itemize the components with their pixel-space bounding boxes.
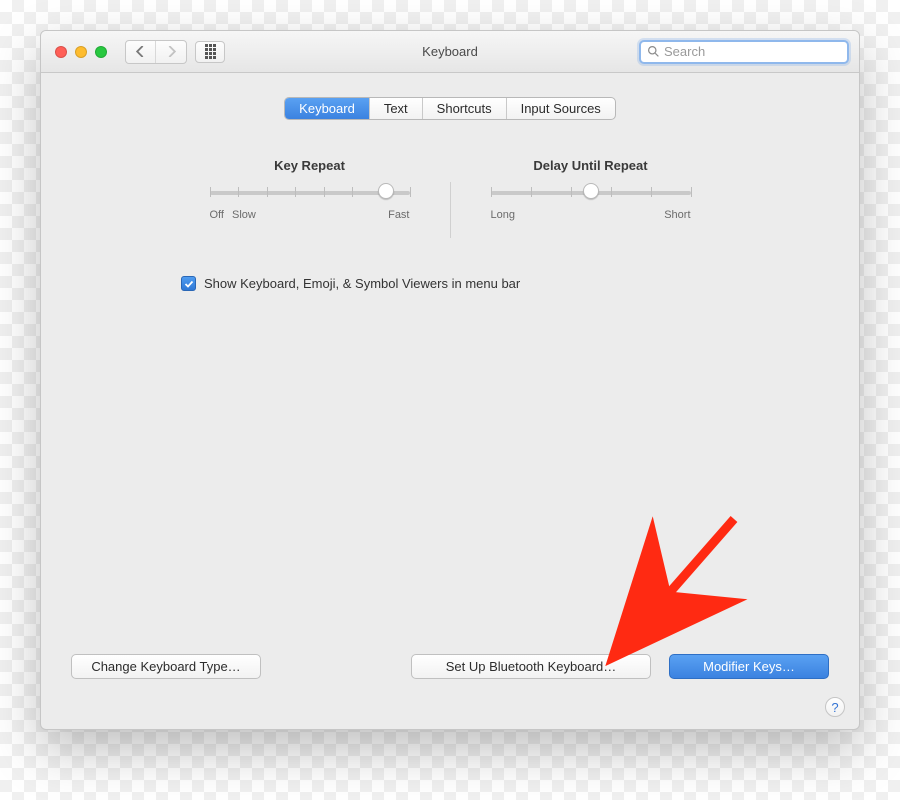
preferences-window: Keyboard Keyboard Text Shortcuts Input S… (40, 30, 860, 730)
key-repeat-thumb[interactable] (378, 183, 394, 199)
vertical-divider (450, 182, 451, 238)
search-input[interactable] (664, 44, 841, 59)
tab-bar: Keyboard Text Shortcuts Input Sources (71, 97, 829, 120)
minimize-button[interactable] (75, 46, 87, 58)
delay-thumb[interactable] (583, 183, 599, 199)
arrow-annotation-icon (589, 509, 769, 669)
key-repeat-slider[interactable] (210, 183, 410, 203)
label-off: Off (210, 209, 224, 221)
change-keyboard-type-button[interactable]: Change Keyboard Type… (71, 654, 261, 679)
setup-bluetooth-keyboard-button[interactable]: Set Up Bluetooth Keyboard… (411, 654, 651, 679)
label-fast: Fast (388, 209, 409, 221)
titlebar: Keyboard (41, 31, 859, 73)
check-icon (184, 279, 194, 289)
tab-shortcuts[interactable]: Shortcuts (423, 98, 507, 119)
chevron-right-icon (167, 46, 176, 57)
key-repeat-labels: Off Slow Fast (210, 209, 410, 221)
key-repeat-block: Key Repeat Off Slow Fast (180, 158, 440, 238)
search-field-wrap[interactable] (639, 40, 849, 64)
back-forward-group (125, 40, 187, 64)
bottom-button-row: Change Keyboard Type… Set Up Bluetooth K… (71, 654, 829, 679)
show-viewers-row: Show Keyboard, Emoji, & Symbol Viewers i… (71, 276, 829, 291)
key-repeat-title: Key Repeat (210, 158, 410, 173)
label-long: Long (491, 209, 515, 221)
delay-labels: Long Short (491, 209, 691, 221)
tab-keyboard[interactable]: Keyboard (285, 98, 370, 119)
label-slow: Slow (232, 209, 256, 221)
tab-text[interactable]: Text (370, 98, 423, 119)
label-short: Short (664, 209, 690, 221)
modifier-keys-button[interactable]: Modifier Keys… (669, 654, 829, 679)
forward-button[interactable] (156, 41, 186, 63)
chevron-left-icon (136, 46, 145, 57)
sliders-row: Key Repeat Off Slow Fast Delay Until Rep… (71, 158, 829, 238)
segmented-control: Keyboard Text Shortcuts Input Sources (284, 97, 616, 120)
delay-until-repeat-block: Delay Until Repeat Long Short (461, 158, 721, 238)
back-button[interactable] (126, 41, 156, 63)
grid-icon (205, 44, 216, 59)
content-area: Keyboard Text Shortcuts Input Sources Ke… (41, 73, 859, 729)
zoom-button[interactable] (95, 46, 107, 58)
search-icon (647, 45, 660, 58)
show-viewers-checkbox[interactable] (181, 276, 196, 291)
tab-input-sources[interactable]: Input Sources (507, 98, 615, 119)
show-viewers-label: Show Keyboard, Emoji, & Symbol Viewers i… (204, 276, 520, 291)
delay-title: Delay Until Repeat (491, 158, 691, 173)
close-button[interactable] (55, 46, 67, 58)
help-button[interactable]: ? (825, 697, 845, 717)
window-controls (55, 46, 107, 58)
show-all-button[interactable] (195, 41, 225, 63)
delay-slider[interactable] (491, 183, 691, 203)
